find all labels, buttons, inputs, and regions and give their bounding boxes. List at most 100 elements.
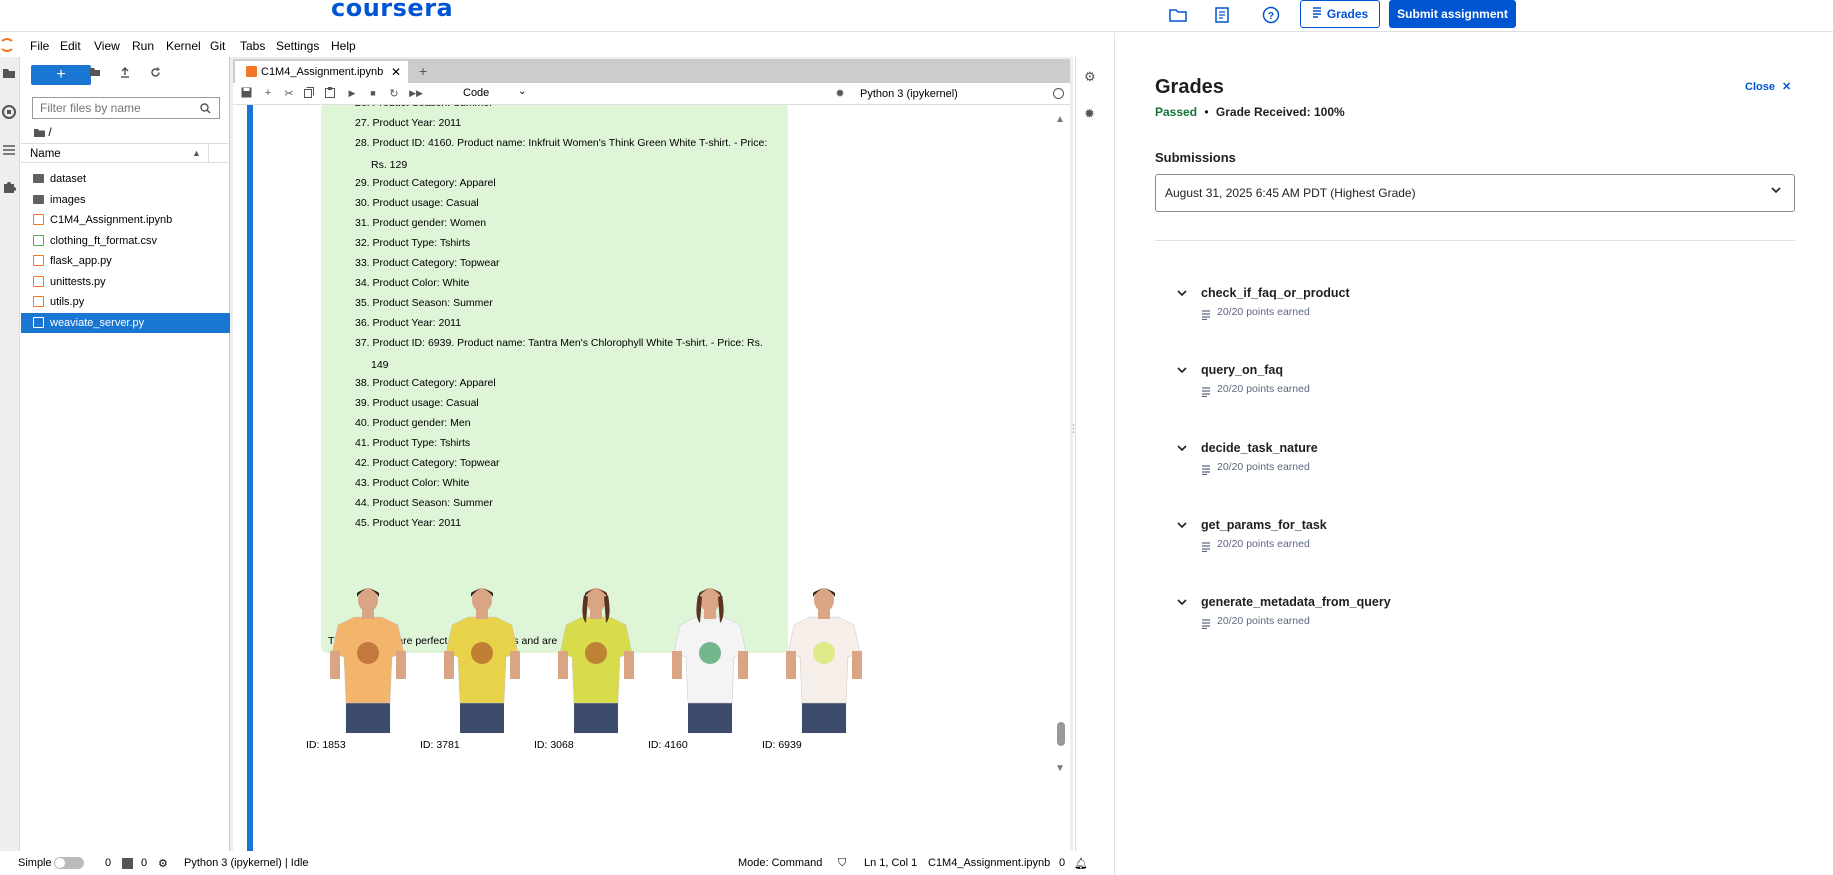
breadcrumb-root[interactable]: / bbox=[48, 125, 51, 139]
close-tab-icon[interactable]: ✕ bbox=[391, 65, 401, 79]
file-item[interactable]: dataset bbox=[21, 169, 230, 189]
trust-icon[interactable]: ⛉ bbox=[838, 857, 846, 870]
cell-type-select[interactable]: Code ⌄ bbox=[463, 86, 526, 99]
menu-kernel[interactable]: Kernel bbox=[166, 39, 201, 53]
jupyterlab-window: File Edit View Run Kernel Git Tabs Setti… bbox=[0, 33, 1114, 875]
upload-icon[interactable] bbox=[117, 66, 133, 83]
kernel-name[interactable]: Python 3 (ipykernel) bbox=[860, 88, 958, 100]
terminal-icon[interactable] bbox=[122, 858, 133, 869]
cursor-position[interactable]: Ln 1, Col 1 bbox=[864, 857, 917, 869]
menu-settings[interactable]: Settings bbox=[276, 39, 319, 53]
menu-file[interactable]: File bbox=[30, 39, 49, 53]
scroll-thumb[interactable] bbox=[1057, 722, 1065, 746]
restart-icon[interactable]: ↻ bbox=[387, 87, 401, 101]
submission-select[interactable]: August 31, 2025 6:45 AM PDT (Highest Gra… bbox=[1155, 174, 1795, 212]
column-header-name[interactable]: Name ▲ bbox=[21, 143, 230, 163]
graded-item[interactable]: generate_metadata_from_query 20/20 points… bbox=[1155, 595, 1795, 635]
notes-icon[interactable] bbox=[1209, 2, 1235, 28]
scrollbar[interactable]: ▲ ▼ bbox=[1055, 105, 1067, 875]
grade-received: Grade Received: 100% bbox=[1215, 105, 1345, 119]
product-id-label: ID: 4160 bbox=[648, 739, 688, 751]
menu-help[interactable]: Help bbox=[331, 39, 356, 53]
answer-line: 35. Product Season: Summer bbox=[355, 297, 493, 309]
chevron-down-icon[interactable] bbox=[1176, 364, 1188, 379]
notebook-area: C1M4_Assignment.ipynb ✕ + + ✂ ▶ ■ ↻ ▶▶ C… bbox=[230, 57, 1073, 875]
folder-icon bbox=[33, 174, 44, 183]
simple-mode-toggle[interactable] bbox=[54, 857, 84, 869]
file-item[interactable]: weaviate_server.py bbox=[21, 312, 230, 333]
chevron-down-icon[interactable] bbox=[1176, 519, 1188, 534]
product-id-label: ID: 3068 bbox=[534, 739, 574, 751]
graded-item[interactable]: get_params_for_task 20/20 points earned bbox=[1155, 518, 1795, 558]
folder-icon[interactable] bbox=[2, 66, 16, 80]
file-name: utils.py bbox=[50, 296, 85, 308]
graded-item[interactable]: decide_task_nature 20/20 points earned bbox=[1155, 441, 1795, 481]
search-icon bbox=[200, 101, 211, 119]
passed-label: Passed bbox=[1155, 105, 1198, 119]
answer-line: 39. Product usage: Casual bbox=[355, 397, 479, 409]
menu-edit[interactable]: Edit bbox=[60, 39, 81, 53]
file-item[interactable]: unittests.py bbox=[21, 272, 230, 292]
chevron-down-icon[interactable] bbox=[1176, 442, 1188, 457]
bell-icon[interactable]: 🔔︎ bbox=[1074, 857, 1088, 870]
menu-tabs[interactable]: Tabs bbox=[240, 39, 265, 53]
file-item[interactable]: images bbox=[21, 190, 230, 210]
chevron-down-icon[interactable] bbox=[1176, 287, 1188, 302]
run-icon[interactable]: ▶ bbox=[345, 88, 359, 102]
file-item[interactable]: clothing_ft_format.csv bbox=[21, 231, 230, 251]
breadcrumb[interactable]: / bbox=[34, 125, 52, 139]
stop-icon[interactable]: ■ bbox=[366, 88, 380, 102]
save-icon[interactable] bbox=[239, 87, 253, 101]
notebook-icon bbox=[33, 214, 44, 225]
insert-cell-icon[interactable]: + bbox=[261, 87, 275, 101]
menu-git[interactable]: Git bbox=[210, 39, 225, 53]
extension-icon[interactable] bbox=[2, 180, 16, 194]
debugger-sidebar-icon[interactable]: ✹ bbox=[1084, 106, 1095, 122]
file-item[interactable]: flask_app.py bbox=[21, 251, 230, 271]
file-name: unittests.py bbox=[50, 275, 106, 288]
product-id-label: ID: 6939 bbox=[762, 739, 802, 751]
notebook-icon bbox=[246, 66, 257, 77]
kernel-status[interactable]: Python 3 (ipykernel) | Idle bbox=[184, 857, 309, 869]
running-icon[interactable] bbox=[2, 105, 16, 119]
copy-icon[interactable] bbox=[302, 87, 316, 101]
new-launcher-button[interactable]: + bbox=[31, 65, 91, 85]
submit-assignment-button[interactable]: Submit assignment bbox=[1389, 0, 1516, 28]
notebook-content[interactable]: 26. Product Season: Summer 27. Product Ye… bbox=[233, 105, 1070, 875]
grades-button[interactable]: Grades bbox=[1300, 0, 1380, 28]
graded-item-name: check_if_faq_or_product bbox=[1201, 286, 1350, 300]
chevron-down-icon[interactable] bbox=[1176, 596, 1188, 611]
close-grades-button[interactable]: Close ✕ bbox=[1745, 80, 1791, 93]
file-filter-input[interactable]: Filter files by name bbox=[32, 97, 220, 119]
help-icon[interactable]: ? bbox=[1258, 2, 1284, 28]
coursera-logo[interactable]: coursera bbox=[331, 0, 453, 22]
toc-icon[interactable] bbox=[2, 143, 16, 157]
file-name: C1M4_Assignment.ipynb bbox=[50, 214, 173, 226]
paste-icon[interactable] bbox=[323, 87, 337, 101]
product-id-label: ID: 3781 bbox=[420, 739, 460, 751]
scroll-down-icon[interactable]: ▼ bbox=[1055, 763, 1065, 774]
scroll-up-icon[interactable]: ▲ bbox=[1055, 114, 1065, 125]
property-inspector-icon[interactable]: ⚙ bbox=[1084, 69, 1096, 85]
kernel-icon[interactable]: ⚙ bbox=[158, 857, 168, 870]
add-tab-icon[interactable]: + bbox=[419, 63, 427, 79]
menu-bar: File Edit View Run Kernel Git Tabs Setti… bbox=[0, 33, 1114, 57]
menu-run[interactable]: Run bbox=[132, 39, 154, 53]
cut-icon[interactable]: ✂ bbox=[282, 87, 296, 101]
points-icon bbox=[1201, 384, 1211, 398]
file-item[interactable]: utils.py bbox=[21, 292, 230, 312]
folder-icon[interactable] bbox=[1165, 2, 1191, 28]
tab-notebook[interactable]: C1M4_Assignment.ipynb ✕ bbox=[235, 61, 408, 83]
graded-item-name: generate_metadata_from_query bbox=[1201, 595, 1391, 610]
file-item[interactable]: C1M4_Assignment.ipynb bbox=[21, 210, 230, 230]
resize-handle[interactable]: ⋮ bbox=[1068, 422, 1079, 435]
graded-item[interactable]: check_if_faq_or_product 20/20 points earn… bbox=[1155, 286, 1795, 326]
new-folder-icon[interactable] bbox=[87, 67, 103, 83]
refresh-icon[interactable] bbox=[147, 67, 163, 83]
run-all-icon[interactable]: ▶▶ bbox=[409, 88, 423, 102]
debugger-icon[interactable]: ✹ bbox=[833, 87, 847, 101]
graded-item[interactable]: query_on_faq 20/20 points earned bbox=[1155, 363, 1795, 403]
menu-view[interactable]: View bbox=[94, 39, 120, 53]
answer-line: 45. Product Year: 2011 bbox=[355, 517, 462, 529]
coursera-header: coursera ? Grades Submit assignment bbox=[0, 0, 1833, 32]
